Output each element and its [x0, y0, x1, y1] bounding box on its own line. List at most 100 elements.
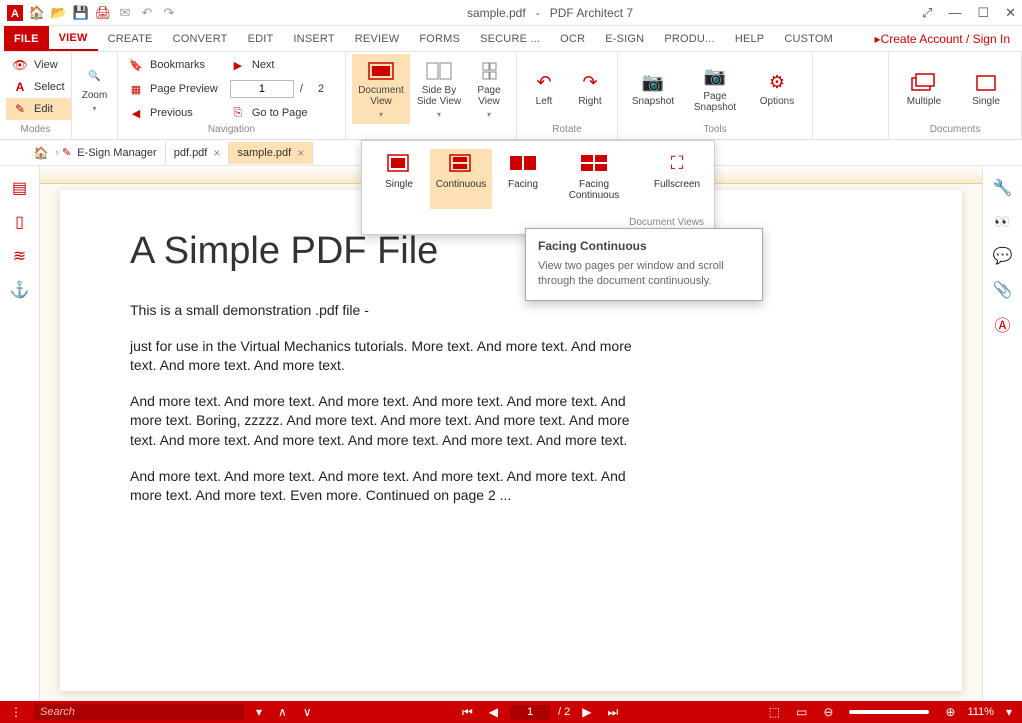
mail-icon[interactable]: ✉ — [116, 4, 134, 22]
close-tab-icon[interactable]: × — [297, 146, 304, 160]
fullscreen-icon: ⛶ — [662, 153, 692, 175]
tab-edit[interactable]: EDIT — [238, 26, 284, 51]
rotate-left-button[interactable]: ↶ Left — [523, 54, 565, 124]
snapshot-button[interactable]: 📷 Snapshot — [624, 54, 682, 124]
rotate-right-button[interactable]: ↷ Right — [569, 54, 611, 124]
minimize-ribbon-icon[interactable]: ⤢ — [922, 5, 932, 21]
minimize-icon[interactable]: ― — [948, 5, 961, 20]
rotate-right-label: Right — [578, 96, 601, 107]
page-number-input[interactable] — [230, 80, 294, 98]
nav-page-preview[interactable]: ▦Page Preview — [124, 78, 222, 100]
print-icon[interactable]: 🖨 — [94, 4, 112, 22]
first-page-icon[interactable]: ⏮ — [458, 705, 477, 720]
nav-next[interactable]: ▶Next — [226, 54, 328, 76]
rotate-right-icon: ↷ — [576, 71, 604, 93]
status-menu-icon[interactable]: ⋮ — [6, 705, 26, 719]
page-view-icon — [475, 60, 503, 82]
dd-facing-continuous[interactable]: Facing Continuous — [554, 149, 634, 209]
options-button[interactable]: ⚙ Options — [748, 54, 806, 124]
page-view-button[interactable]: Page View ▾ — [468, 54, 510, 124]
tab-forms[interactable]: FORMS — [409, 26, 470, 51]
tab-prev-icon[interactable]: › — [46, 147, 68, 158]
nav-bookmarks[interactable]: 🔖Bookmarks — [124, 54, 222, 76]
status-page-total: / 2 — [558, 706, 570, 718]
snapshot-label: Snapshot — [632, 96, 674, 107]
last-page-icon[interactable]: ⏭ — [603, 705, 622, 720]
home-icon[interactable]: 🏠 — [28, 4, 46, 22]
mode-edit[interactable]: ✎Edit — [6, 98, 71, 120]
comment-icon[interactable]: 💬 — [991, 244, 1015, 268]
doc-tab-pdf[interactable]: pdf.pdf× — [166, 142, 230, 164]
tab-create[interactable]: CREATE — [98, 26, 163, 51]
doc-tab-esign[interactable]: ✎E-Sign Manager — [54, 142, 166, 164]
tab-ocr[interactable]: OCR — [550, 26, 595, 51]
tab-insert[interactable]: INSERT — [283, 26, 344, 51]
dd-continuous[interactable]: Continuous — [430, 149, 492, 209]
window-title: sample.pdf - PDF Architect 7 — [178, 6, 922, 20]
tab-file[interactable]: FILE — [4, 26, 49, 51]
doc-tab-sample[interactable]: sample.pdf× — [229, 142, 313, 164]
dd-fullscreen[interactable]: ⛶ Fullscreen — [646, 149, 708, 209]
document-view-button[interactable]: Document View ▾ — [352, 54, 410, 124]
maximize-icon[interactable]: ☐ — [977, 5, 989, 21]
tab-convert[interactable]: CONVERT — [163, 26, 238, 51]
single-label: Single — [972, 96, 1000, 107]
tab-custom[interactable]: CUSTOM — [774, 26, 843, 51]
zoom-dropdown-icon[interactable]: ▾ — [1002, 705, 1016, 719]
svg-text:A: A — [11, 8, 19, 20]
binoculars-icon[interactable]: 👀 — [991, 210, 1015, 234]
tab-esign[interactable]: E-SIGN — [595, 26, 654, 51]
close-icon[interactable]: ✕ — [1005, 5, 1016, 21]
nav-previous[interactable]: ◀Previous — [124, 102, 222, 124]
multiple-docs-button[interactable]: Multiple — [895, 54, 953, 124]
zoom-icon: 🔍 — [81, 65, 109, 87]
redo-icon[interactable]: ↷ — [160, 4, 178, 22]
search-next-icon[interactable]: ∨ — [299, 705, 316, 719]
chevron-down-icon: ▾ — [92, 104, 96, 113]
mode-select[interactable]: ASelect — [6, 76, 71, 98]
single-doc-button[interactable]: Single — [957, 54, 1015, 124]
dd-facing[interactable]: Facing — [492, 149, 554, 209]
attachment-icon[interactable]: 📎 — [991, 278, 1015, 302]
prev-page-icon[interactable]: ◀ — [485, 705, 502, 719]
search-input[interactable] — [34, 704, 244, 720]
rotate-left-icon: ↶ — [530, 71, 558, 93]
stamp-icon[interactable]: Ⓐ — [991, 312, 1015, 336]
fit-width-icon[interactable]: ⬚ — [765, 705, 784, 719]
zoom-in-icon[interactable]: ⊕ — [941, 705, 959, 719]
zoom-slider[interactable] — [849, 710, 929, 714]
dd-single[interactable]: Single — [368, 149, 430, 209]
layers-icon[interactable]: ≋ — [8, 244, 32, 268]
fit-page-icon[interactable]: ▭ — [792, 705, 811, 719]
open-icon[interactable]: 📂 — [50, 4, 68, 22]
next-page-icon[interactable]: ▶ — [578, 705, 595, 719]
rotate-left-label: Left — [536, 96, 553, 107]
tab-produ[interactable]: PRODU... — [654, 26, 725, 51]
close-tab-icon[interactable]: × — [213, 146, 220, 160]
mode-view[interactable]: 👁View — [6, 54, 71, 76]
undo-icon[interactable]: ↶ — [138, 4, 156, 22]
page-snapshot-button[interactable]: 📷 Page Snapshot — [686, 54, 744, 124]
nav-goto[interactable]: ⎘Go to Page — [226, 102, 328, 124]
tab-review[interactable]: REVIEW — [345, 26, 410, 51]
app-name: PDF Architect 7 — [550, 6, 633, 20]
app-logo[interactable]: A — [6, 4, 24, 22]
wrench-icon[interactable]: 🔧 — [991, 176, 1015, 200]
pdf-page[interactable]: A Simple PDF File This is a small demons… — [60, 190, 962, 691]
zoom-button[interactable]: 🔍 Zoom ▾ — [78, 54, 111, 124]
bookmarks-panel-icon[interactable]: ▯ — [8, 210, 32, 234]
tab-help[interactable]: HELP — [725, 26, 775, 51]
save-icon[interactable]: 💾 — [72, 4, 90, 22]
tab-view[interactable]: VIEW — [49, 26, 98, 51]
camera-icon: 📷 — [639, 71, 667, 93]
zoom-out-icon[interactable]: ⊖ — [819, 705, 837, 719]
tab-secure[interactable]: SECURE ... — [470, 26, 550, 51]
anchor-icon[interactable]: ⚓ — [8, 278, 32, 302]
side-by-side-button[interactable]: Side By Side View ▾ — [414, 54, 464, 124]
account-link[interactable]: ▸ Create Account / Sign In — [863, 26, 1022, 51]
status-page-input[interactable] — [510, 705, 550, 720]
dd-facingcont-label: Facing Continuous — [556, 179, 632, 201]
search-prev-icon[interactable]: ∧ — [274, 705, 291, 719]
search-dropdown-icon[interactable]: ▾ — [252, 705, 266, 719]
thumbnails-icon[interactable]: ▤ — [8, 176, 32, 200]
